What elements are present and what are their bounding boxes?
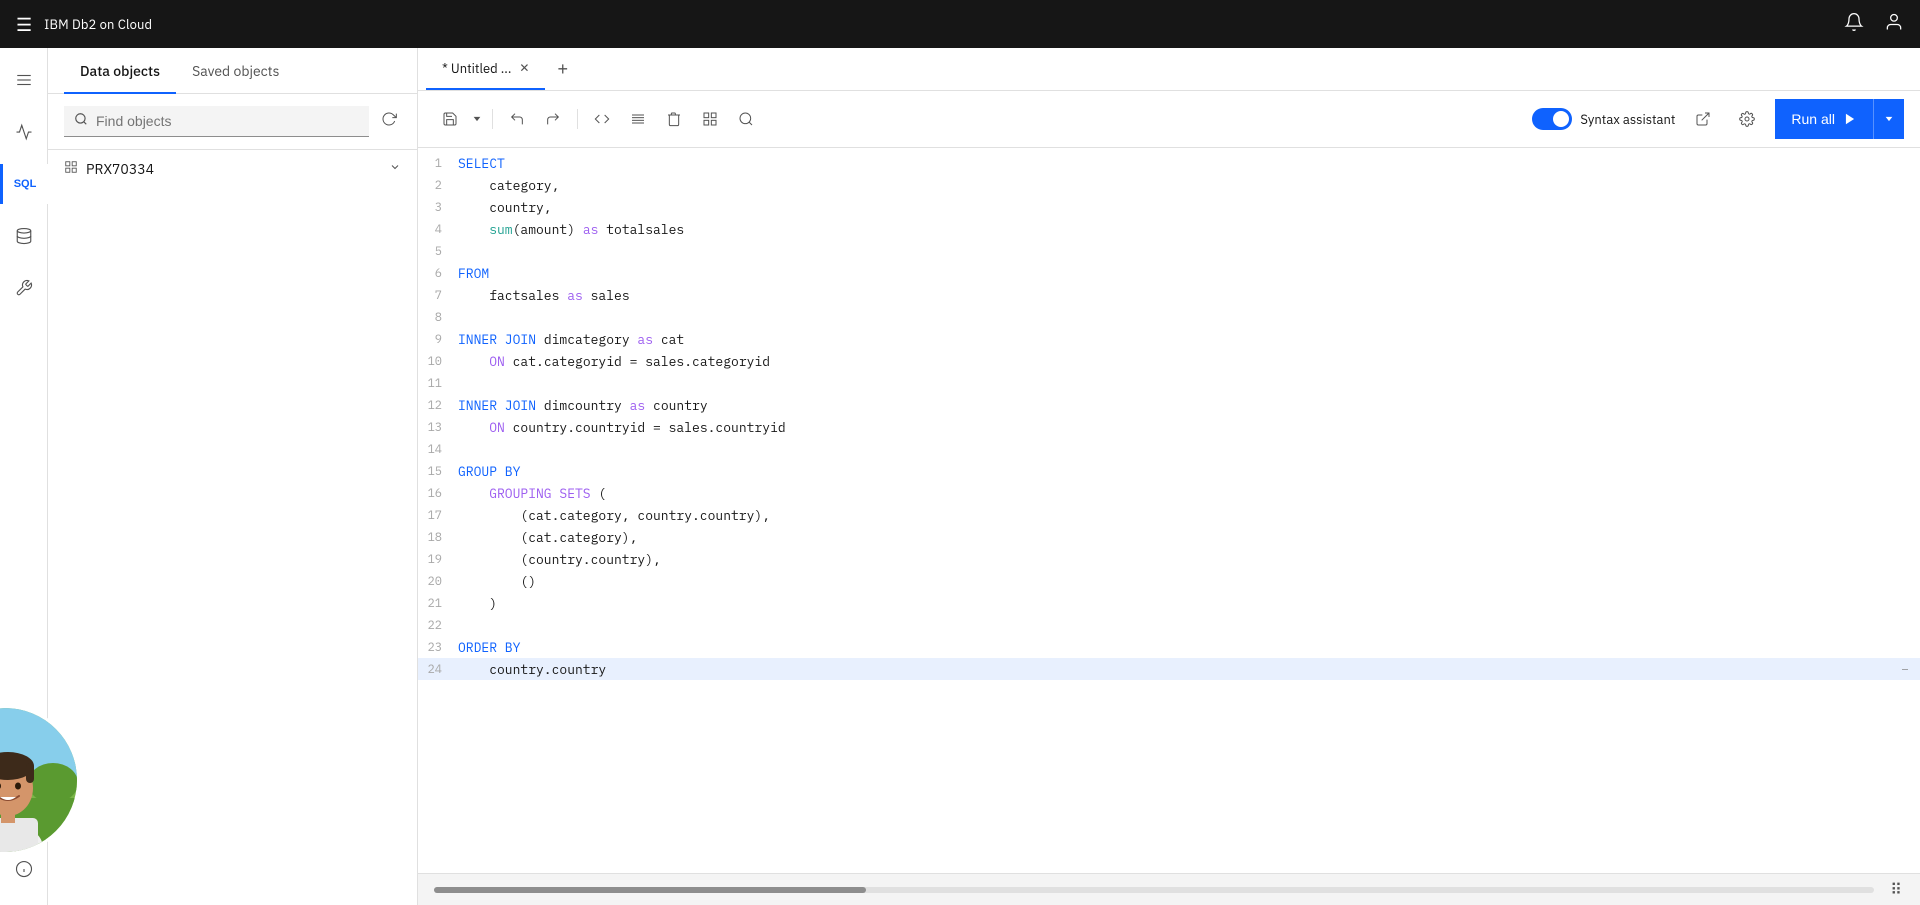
editor-tab-untitled[interactable]: * Untitled ... ✕ — [426, 48, 545, 90]
code-line-20: 20 () — [418, 570, 1920, 592]
code-line-13: 13 ON country.countryid = sales.countryi… — [418, 416, 1920, 438]
code-line-10: 10 ON cat.categoryid = sales.categoryid — [418, 350, 1920, 372]
sidebar-analytics-icon[interactable] — [4, 112, 44, 152]
code-line-16: 16 GROUPING SETS ( — [418, 482, 1920, 504]
run-all-label: Run all — [1791, 111, 1835, 127]
app-logo: IBM Db2 on Cloud — [44, 16, 152, 33]
syntax-assistant-label: Syntax assistant — [1580, 111, 1675, 128]
toolbar-right: Syntax assistant Run all — [1532, 99, 1904, 139]
tree-item-icon — [64, 160, 78, 178]
data-objects-panel: Data objects Saved objects PRX70334 — [48, 48, 418, 905]
toggle-switch[interactable] — [1532, 108, 1572, 130]
code-line-12: 12 INNER JOIN dimcountry as country — [418, 394, 1920, 416]
grid-icon[interactable]: ⠿ — [1890, 880, 1904, 900]
search-replace-button[interactable] — [730, 105, 762, 133]
save-button[interactable] — [434, 105, 466, 133]
tree-item-prx70334[interactable]: PRX70334 — [48, 150, 417, 188]
sidebar-hint-icon[interactable] — [4, 849, 44, 889]
code-line-24: 24 country.country — — [418, 658, 1920, 680]
settings-button[interactable] — [1731, 105, 1763, 133]
search-input-wrap — [64, 106, 369, 137]
icon-sidebar-bottom — [4, 849, 44, 905]
tab-data-objects[interactable]: Data objects — [64, 48, 176, 94]
code-line-11: 11 — [418, 372, 1920, 394]
chevron-down-icon — [389, 161, 401, 177]
delete-button[interactable] — [658, 105, 690, 133]
code-line-22: 22 — [418, 614, 1920, 636]
split-view-button[interactable] — [694, 105, 726, 133]
scrollbar-thumb — [434, 887, 866, 893]
code-line-14: 14 — [418, 438, 1920, 460]
code-view-button[interactable] — [586, 105, 618, 133]
panel-search-bar — [48, 94, 417, 150]
run-dropdown-button[interactable] — [1873, 99, 1904, 139]
search-input[interactable] — [96, 113, 359, 129]
main-layout: SQL — [0, 48, 1920, 905]
code-line-21: 21 ) — [418, 592, 1920, 614]
code-line-1: 1 SELECT — [418, 152, 1920, 174]
syntax-assistant-toggle: Syntax assistant — [1532, 108, 1675, 130]
code-lines: 1 SELECT 2 category, 3 country, 4 sum(am… — [418, 148, 1920, 684]
add-tab-button[interactable]: + — [549, 51, 576, 88]
editor-toolbar: Syntax assistant Run all — [418, 91, 1920, 148]
topbar-left: ☰ IBM Db2 on Cloud — [16, 13, 152, 36]
editor-area: * Untitled ... ✕ + — [418, 48, 1920, 905]
tree-item-label: PRX70334 — [86, 160, 381, 178]
icon-sidebar: SQL — [0, 48, 48, 905]
format-button[interactable] — [622, 105, 654, 133]
tab-close-icon[interactable]: ✕ — [519, 61, 529, 76]
save-dropdown-button[interactable] — [470, 108, 484, 130]
code-line-2: 2 category, — [418, 174, 1920, 196]
topbar-right — [1844, 12, 1904, 37]
panel-tabs: Data objects Saved objects — [48, 48, 417, 94]
code-editor[interactable]: 1 SELECT 2 category, 3 country, 4 sum(am… — [418, 148, 1920, 873]
code-line-9: 9 INNER JOIN dimcategory as cat — [418, 328, 1920, 350]
export-button[interactable] — [1687, 105, 1719, 133]
topbar: ☰ IBM Db2 on Cloud — [0, 0, 1920, 48]
code-line-7: 7 factsales as sales — [418, 284, 1920, 306]
editor-tab-bar: * Untitled ... ✕ + — [418, 48, 1920, 91]
sidebar-sql-button[interactable]: SQL — [0, 164, 48, 204]
toolbar-separator-2 — [577, 109, 578, 129]
user-icon[interactable] — [1884, 12, 1904, 37]
redo-button[interactable] — [537, 105, 569, 133]
code-line-8: 8 — [418, 306, 1920, 328]
horizontal-scrollbar[interactable] — [434, 887, 1874, 893]
tab-label: * Untitled ... — [442, 60, 511, 77]
code-line-15: 15 GROUP BY — [418, 460, 1920, 482]
search-icon — [74, 112, 88, 130]
refresh-button[interactable] — [377, 107, 401, 136]
cursor-indicator: — — [1902, 663, 1916, 676]
code-line-6: 6 FROM — [418, 262, 1920, 284]
undo-button[interactable] — [501, 105, 533, 133]
menu-hamburger-icon[interactable]: ☰ — [16, 13, 32, 36]
code-line-5: 5 — [418, 240, 1920, 262]
sidebar-wrench-icon[interactable] — [4, 268, 44, 308]
code-line-17: 17 (cat.category, country.country), — [418, 504, 1920, 526]
sidebar-data-icon[interactable] — [4, 216, 44, 256]
code-line-18: 18 (cat.category), — [418, 526, 1920, 548]
code-line-19: 19 (country.country), — [418, 548, 1920, 570]
toolbar-separator-1 — [492, 109, 493, 129]
code-line-4: 4 sum(amount) as totalsales — [418, 218, 1920, 240]
code-line-3: 3 country, — [418, 196, 1920, 218]
run-all-btn-group: Run all — [1775, 99, 1904, 139]
code-line-23: 23 ORDER BY — [418, 636, 1920, 658]
tab-saved-objects[interactable]: Saved objects — [176, 48, 295, 94]
bottom-bar: ⠿ — [418, 873, 1920, 905]
sidebar-menu-icon[interactable] — [4, 60, 44, 100]
run-all-button[interactable]: Run all — [1775, 99, 1873, 139]
notification-icon[interactable] — [1844, 12, 1864, 37]
